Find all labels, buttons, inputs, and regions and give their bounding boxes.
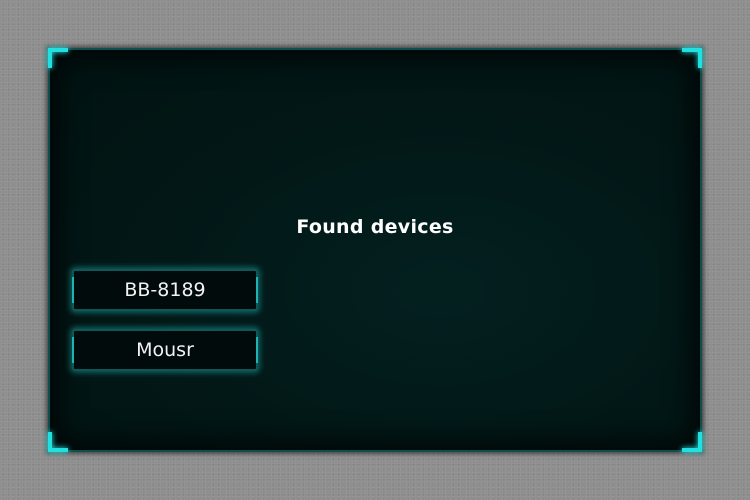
device-button-bb-8189[interactable]: BB-8189 (72, 269, 258, 311)
device-button-mousr[interactable]: Mousr (72, 329, 258, 371)
device-label: Mousr (136, 339, 194, 361)
button-notch-right (251, 337, 258, 363)
button-notch-left (72, 277, 79, 303)
corner-accent-bottom-left (48, 432, 68, 452)
corner-accent-bottom-right (682, 432, 702, 452)
button-notch-left (72, 337, 79, 363)
button-notch-right (251, 277, 258, 303)
found-devices-panel: Found devices BB-8189 Mousr (48, 48, 702, 452)
device-label: BB-8189 (124, 279, 206, 301)
corner-accent-top-right (682, 48, 702, 68)
corner-accent-top-left (48, 48, 68, 68)
panel-title: Found devices (296, 216, 454, 238)
